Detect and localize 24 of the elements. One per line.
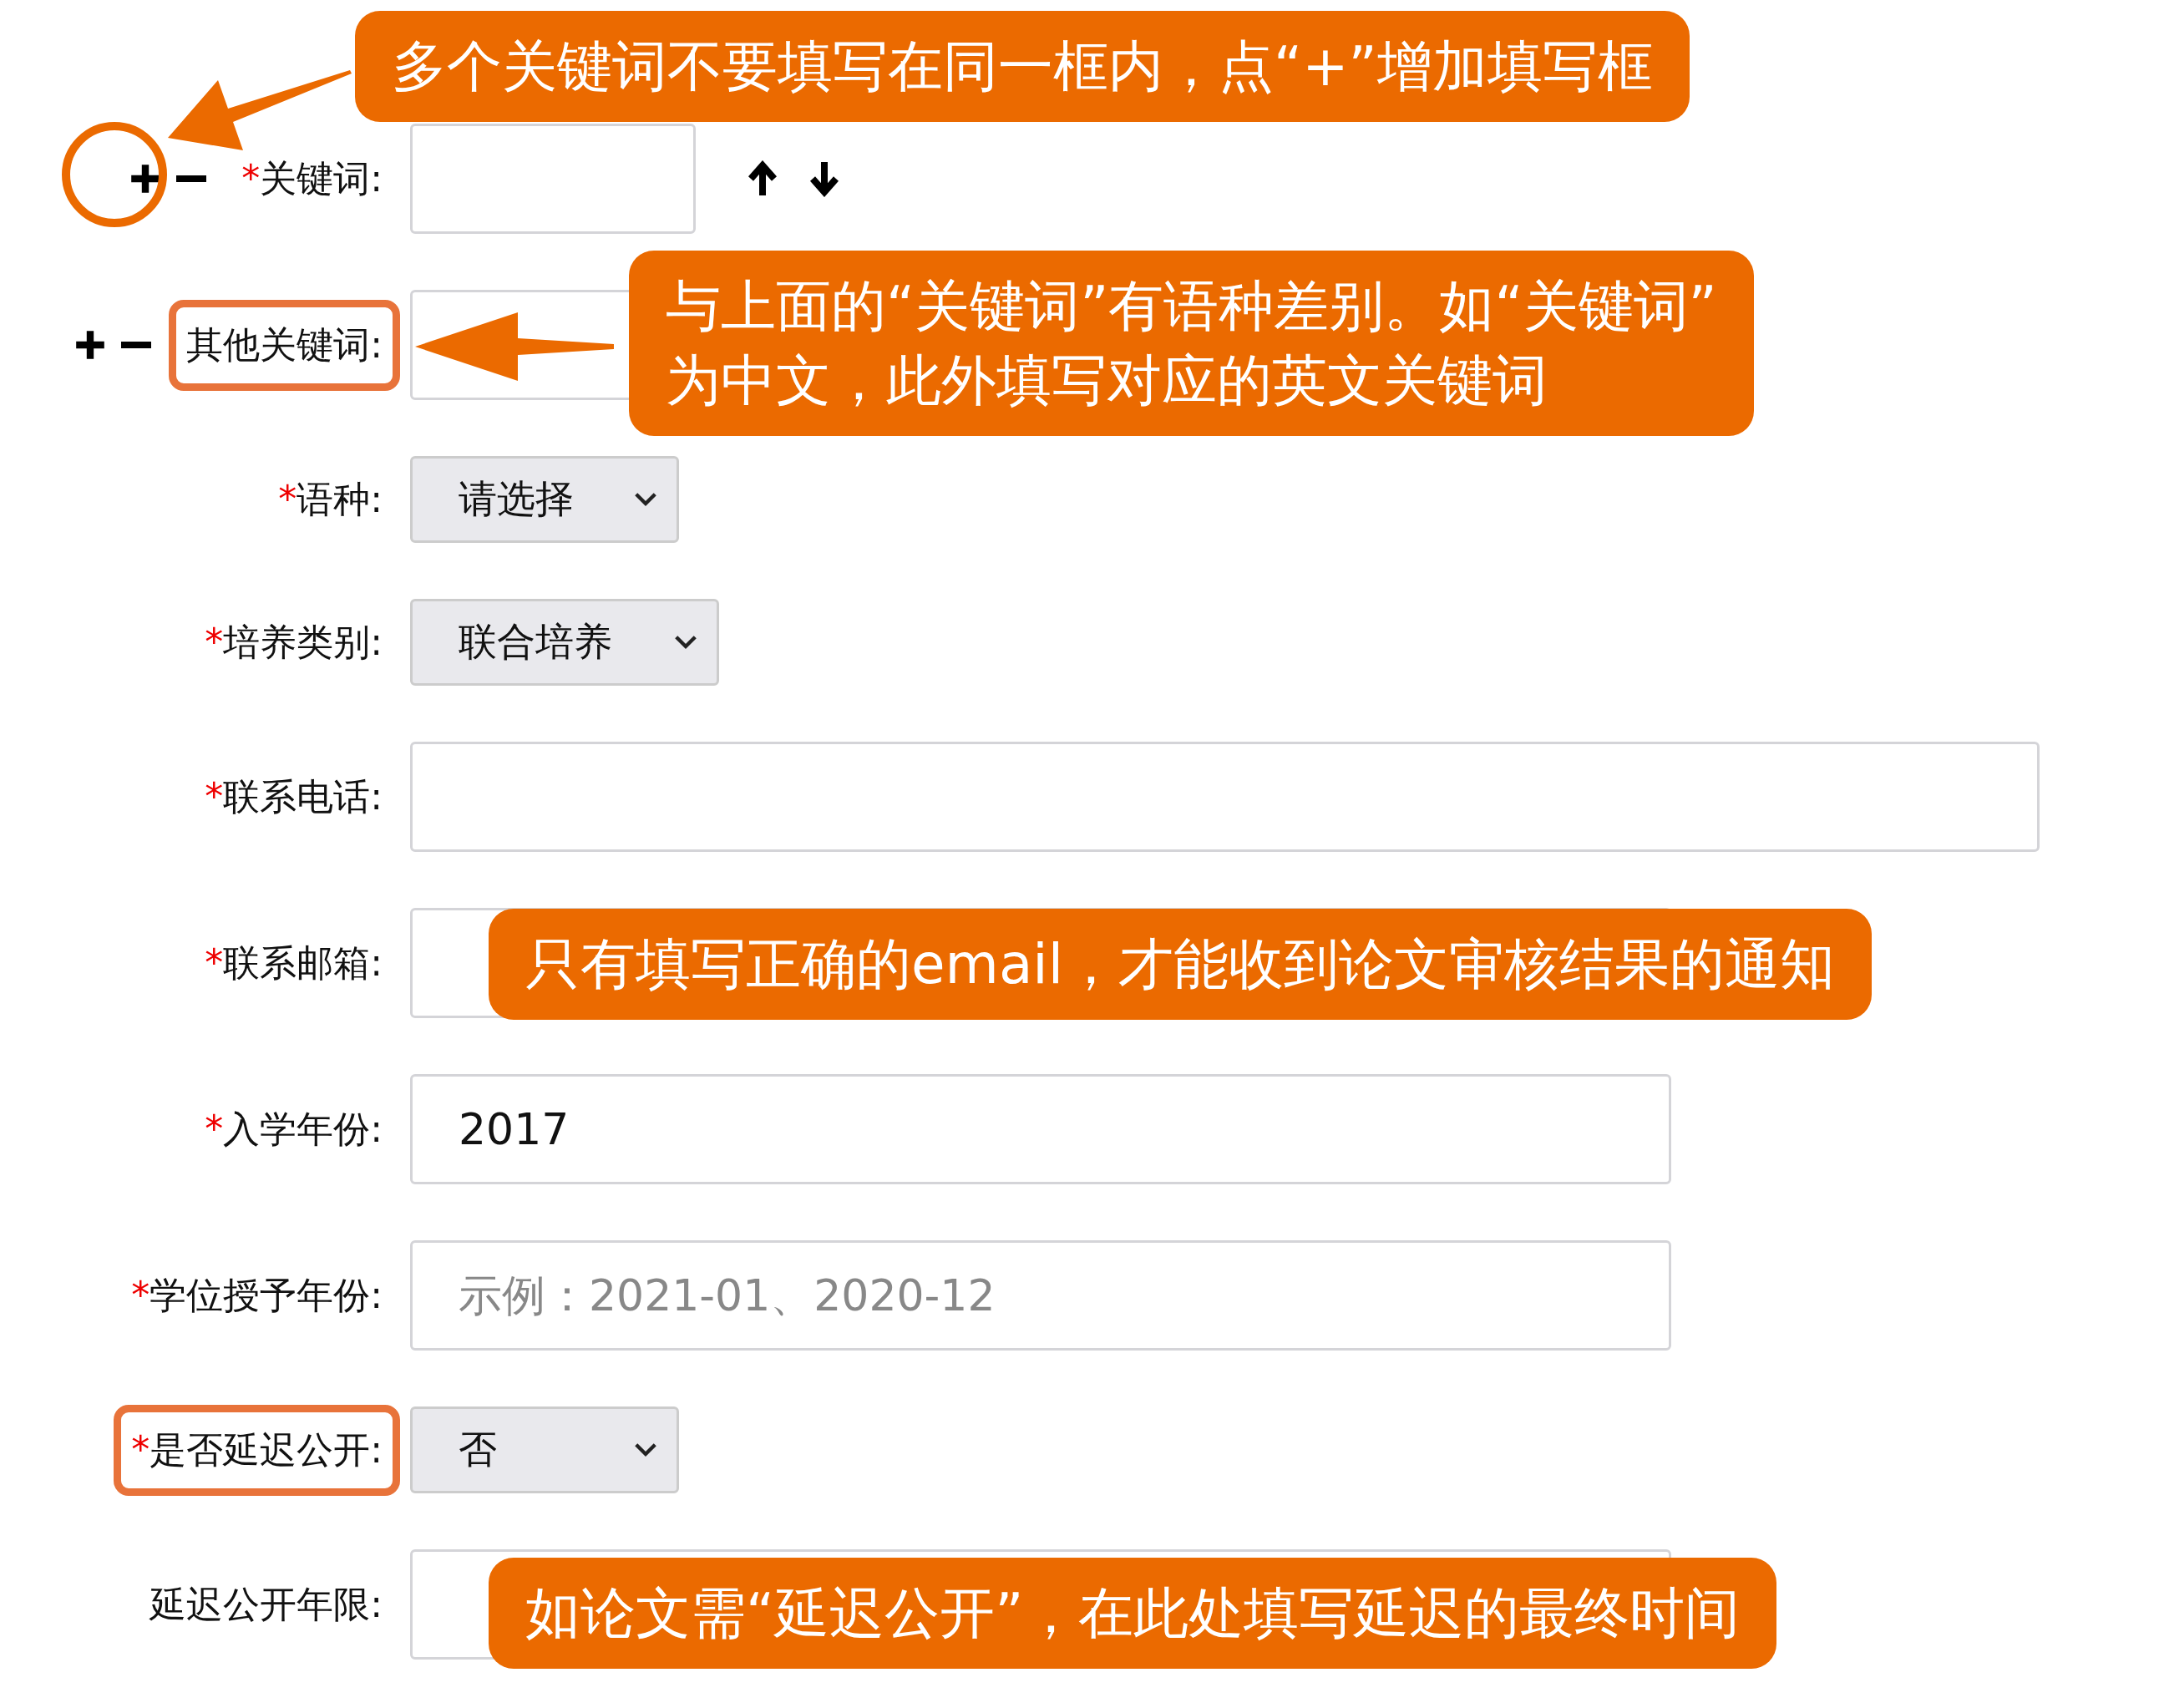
- input-field[interactable]: [410, 742, 2040, 852]
- chevron-down-icon: [673, 634, 698, 651]
- field-label: *培养类别:: [205, 619, 383, 665]
- field-label: 其他关键词:: [169, 299, 400, 391]
- field-label: 延迟公开年限:: [150, 1581, 383, 1627]
- field-label: *是否延迟公开:: [114, 1404, 400, 1496]
- annotation-tooltip: 与上面的“关键词”有语种差别。如“关键词” 为中文，此外填写对应的英文关键词: [629, 251, 1754, 437]
- input-field[interactable]: 2017: [410, 1074, 1671, 1184]
- input-field[interactable]: 示例：2021-01、2020-12: [410, 1240, 1671, 1351]
- field-label: *学位授予年份:: [131, 1272, 383, 1318]
- annotation-tooltip: 多个关键词不要填写在同一框内，点“+”增加填写框: [355, 11, 1690, 123]
- field-label: *联系邮箱:: [205, 940, 383, 986]
- chevron-down-icon: [633, 491, 658, 508]
- field-label: *入学年份:: [205, 1106, 383, 1152]
- annotation-tooltip: 只有填写正确的email，才能收到论文审核结果的通知: [489, 909, 1872, 1021]
- dropdown[interactable]: 联合培养: [410, 599, 719, 686]
- field-label: *关键词:: [241, 155, 383, 201]
- dropdown[interactable]: 请选择: [410, 456, 679, 543]
- dropdown[interactable]: 否: [410, 1406, 679, 1493]
- field-label: *语种:: [278, 476, 383, 522]
- annotation-tooltip: 如论文需“延迟公开”，在此处填写延迟的最终时间: [489, 1558, 1777, 1670]
- chevron-down-icon: [633, 1442, 658, 1458]
- field-label: *联系电话:: [205, 773, 383, 819]
- input-field[interactable]: [410, 124, 696, 234]
